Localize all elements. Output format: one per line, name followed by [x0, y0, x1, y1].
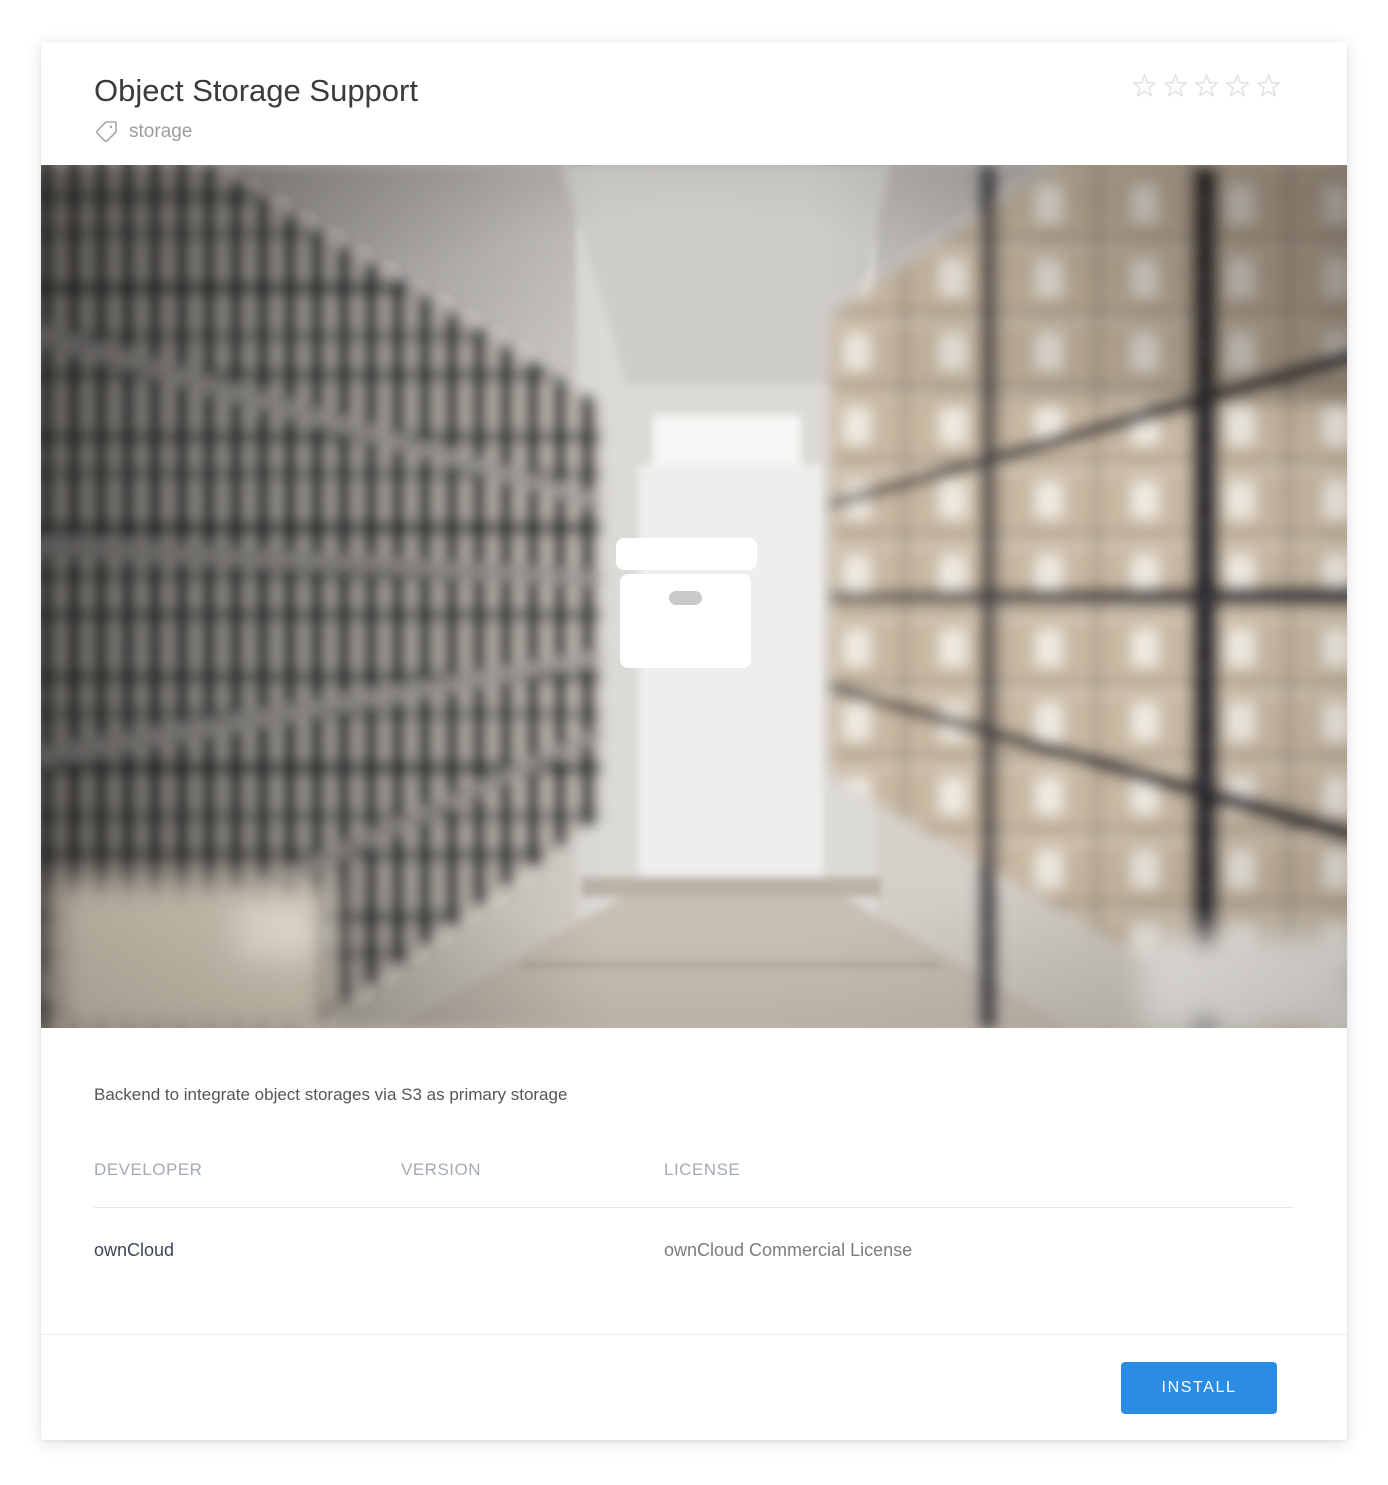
page-title: Object Storage Support: [94, 72, 1294, 110]
star-icon: [1132, 74, 1157, 99]
star-icon: [1194, 74, 1219, 99]
archive-room-illustration: [41, 165, 1347, 1028]
star-icon: [1225, 74, 1250, 99]
app-detail-card: Object Storage Support storage: [41, 42, 1347, 1440]
meta-table: DEVELOPER VERSION LICENSE ownCloud ownCl…: [94, 1160, 1294, 1261]
table-row: ownCloud ownCloud Commercial License: [94, 1208, 1294, 1261]
column-header-license: LICENSE: [664, 1160, 1294, 1180]
developer-value: ownCloud: [94, 1240, 401, 1261]
install-button[interactable]: INSTALL: [1121, 1362, 1277, 1414]
meta-table-header: DEVELOPER VERSION LICENSE: [94, 1160, 1294, 1208]
column-header-version: VERSION: [401, 1160, 664, 1180]
license-value: ownCloud Commercial License: [664, 1240, 1294, 1261]
star-icon: [1163, 74, 1188, 99]
tag-row: storage: [94, 118, 1294, 146]
star-icon: [1256, 74, 1281, 99]
tag-label: storage: [129, 121, 192, 143]
column-header-developer: DEVELOPER: [94, 1160, 401, 1180]
version-value: [401, 1240, 664, 1261]
rating-stars: [1132, 74, 1281, 99]
archive-box-icon: [616, 538, 757, 668]
card-footer: INSTALL: [41, 1334, 1347, 1440]
hero-image: [41, 165, 1347, 1028]
card-header: Object Storage Support storage: [41, 42, 1347, 146]
tag-icon: [94, 120, 118, 144]
app-description: Backend to integrate object storages via…: [41, 1084, 1347, 1106]
